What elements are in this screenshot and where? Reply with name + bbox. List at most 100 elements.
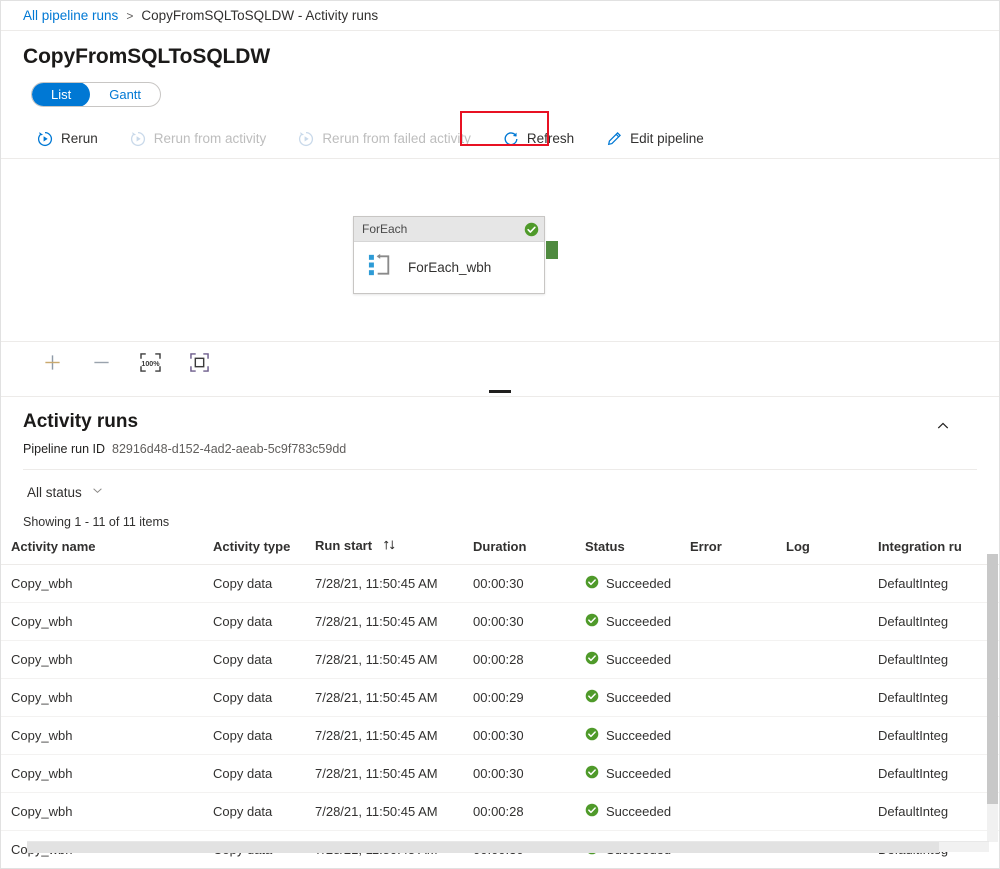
table-row[interactable]: Copy_wbhCopy data7/28/21, 11:50:45 AM00:… (1, 565, 1000, 603)
column-header-run-start[interactable]: Run start (305, 538, 463, 565)
cell-duration: 00:00:28 (463, 641, 575, 679)
view-mode-pivot-wrapper: List Gantt (1, 69, 999, 107)
activity-runs-page: All pipeline runs > CopyFromSQLToSQLDW -… (0, 0, 1000, 869)
cell-integration-runtime: DefaultInteg (868, 565, 1000, 603)
table-horizontal-scrollbar-thumb[interactable] (27, 842, 939, 853)
cell-integration-runtime: DefaultInteg (868, 679, 1000, 717)
table-row[interactable]: Copy_wbhCopy data7/28/21, 11:50:45 AM00:… (1, 793, 1000, 831)
cell-duration: 00:00:30 (463, 603, 575, 641)
tab-gantt[interactable]: Gantt (90, 82, 160, 107)
rerun-icon (37, 131, 53, 147)
sort-arrows-icon (383, 539, 396, 554)
cell-integration-runtime: DefaultInteg (868, 793, 1000, 831)
activity-runs-table-container: Activity name Activity type Run start Du… (1, 538, 999, 869)
cell-integration-runtime: DefaultInteg (868, 717, 1000, 755)
rerun-from-activity-button[interactable]: Rerun from activity (120, 123, 277, 155)
cell-log (776, 565, 868, 603)
activity-runs-title: Activity runs (23, 411, 999, 433)
cell-log (776, 641, 868, 679)
status-success-icon (585, 803, 599, 820)
svg-text:100%: 100% (141, 359, 160, 367)
edit-pipeline-button[interactable]: Edit pipeline (596, 123, 714, 155)
cell-status: Succeeded (575, 565, 680, 603)
cell-status: Succeeded (575, 717, 680, 755)
column-header-log[interactable]: Log (776, 538, 868, 565)
column-header-error[interactable]: Error (680, 538, 776, 565)
command-bar: Rerun Rerun from activity (1, 119, 999, 159)
breadcrumb-all-pipeline-runs[interactable]: All pipeline runs (23, 8, 118, 23)
refresh-icon (503, 131, 519, 147)
cell-status: Succeeded (575, 641, 680, 679)
cell-activity-type: Copy data (203, 603, 305, 641)
cell-activity-type: Copy data (203, 793, 305, 831)
minus-icon (92, 353, 111, 375)
tab-list[interactable]: List (32, 82, 90, 107)
column-header-status[interactable]: Status (575, 538, 680, 565)
rerun-from-failed-activity-icon (298, 131, 314, 147)
breadcrumb-separator: > (126, 9, 133, 23)
plus-icon (43, 353, 62, 375)
cell-error (680, 603, 776, 641)
activity-runs-header: Activity runs (1, 397, 999, 433)
table-row[interactable]: Copy_wbhCopy data7/28/21, 11:50:45 AM00:… (1, 641, 1000, 679)
chevron-up-icon (936, 419, 950, 436)
cell-integration-runtime: DefaultInteg (868, 641, 1000, 679)
column-header-activity-type[interactable]: Activity type (203, 538, 305, 565)
status-label: Succeeded (606, 652, 671, 667)
cell-activity-name: Copy_wbh (1, 603, 203, 641)
cell-run-start: 7/28/21, 11:50:45 AM (305, 641, 463, 679)
pipeline-run-id: Pipeline run ID 82916d48-d152-4ad2-aeab-… (1, 433, 999, 456)
cell-run-start: 7/28/21, 11:50:45 AM (305, 603, 463, 641)
cell-log (776, 603, 868, 641)
cell-log (776, 679, 868, 717)
status-filter-label: All status (27, 485, 82, 500)
cell-run-start: 7/28/21, 11:50:45 AM (305, 679, 463, 717)
status-filter-dropdown[interactable]: All status (23, 481, 111, 503)
pipeline-canvas[interactable]: ForEach (1, 159, 999, 341)
rerun-from-failed-activity-label: Rerun from failed activity (322, 131, 471, 146)
fit-to-screen-button[interactable] (188, 353, 210, 375)
cell-status: Succeeded (575, 755, 680, 793)
table-row[interactable]: Copy_wbhCopy data7/28/21, 11:50:45 AM00:… (1, 603, 1000, 641)
status-success-icon (585, 689, 599, 706)
collapse-panel-button[interactable] (931, 415, 955, 439)
status-success-icon (585, 613, 599, 630)
cell-activity-name: Copy_wbh (1, 717, 203, 755)
cell-activity-type: Copy data (203, 679, 305, 717)
splitter-drag-handle[interactable] (489, 390, 511, 393)
panel-splitter[interactable] (1, 385, 999, 397)
cell-status: Succeeded (575, 793, 680, 831)
chevron-down-icon (91, 484, 104, 500)
rerun-from-failed-activity-button[interactable]: Rerun from failed activity (288, 123, 481, 155)
cell-status: Succeeded (575, 603, 680, 641)
zoom-to-100-button[interactable]: 100% (139, 353, 161, 375)
table-row[interactable]: Copy_wbhCopy data7/28/21, 11:50:45 AM00:… (1, 679, 1000, 717)
rerun-from-activity-icon (130, 131, 146, 147)
cell-log (776, 755, 868, 793)
column-header-duration[interactable]: Duration (463, 538, 575, 565)
status-label: Succeeded (606, 614, 671, 629)
refresh-button[interactable]: Refresh (493, 123, 584, 155)
cell-error (680, 793, 776, 831)
breadcrumb: All pipeline runs > CopyFromSQLToSQLDW -… (1, 1, 999, 31)
table-vertical-scrollbar[interactable] (987, 554, 998, 842)
column-header-integration-runtime[interactable]: Integration ru (868, 538, 1000, 565)
cell-run-start: 7/28/21, 11:50:45 AM (305, 717, 463, 755)
activity-node-foreach[interactable]: ForEach (353, 216, 545, 294)
zoom-out-button[interactable] (90, 353, 112, 375)
activity-node-output-port[interactable] (546, 241, 558, 259)
table-horizontal-scrollbar[interactable] (27, 841, 989, 852)
table-vertical-scrollbar-thumb[interactable] (987, 554, 998, 804)
column-header-activity-name[interactable]: Activity name (1, 538, 203, 565)
table-row[interactable]: Copy_wbhCopy data7/28/21, 11:50:45 AM00:… (1, 717, 1000, 755)
cell-integration-runtime: DefaultInteg (868, 603, 1000, 641)
view-mode-pivot: List Gantt (31, 82, 161, 107)
table-row[interactable]: Copy_wbhCopy data7/28/21, 11:50:45 AM00:… (1, 755, 1000, 793)
rerun-button[interactable]: Rerun (27, 123, 108, 155)
cell-activity-type: Copy data (203, 717, 305, 755)
zoom-in-button[interactable] (41, 353, 63, 375)
table-body: Copy_wbhCopy data7/28/21, 11:50:45 AM00:… (1, 565, 1000, 869)
status-label: Succeeded (606, 766, 671, 781)
cell-activity-name: Copy_wbh (1, 565, 203, 603)
status-label: Succeeded (606, 690, 671, 705)
